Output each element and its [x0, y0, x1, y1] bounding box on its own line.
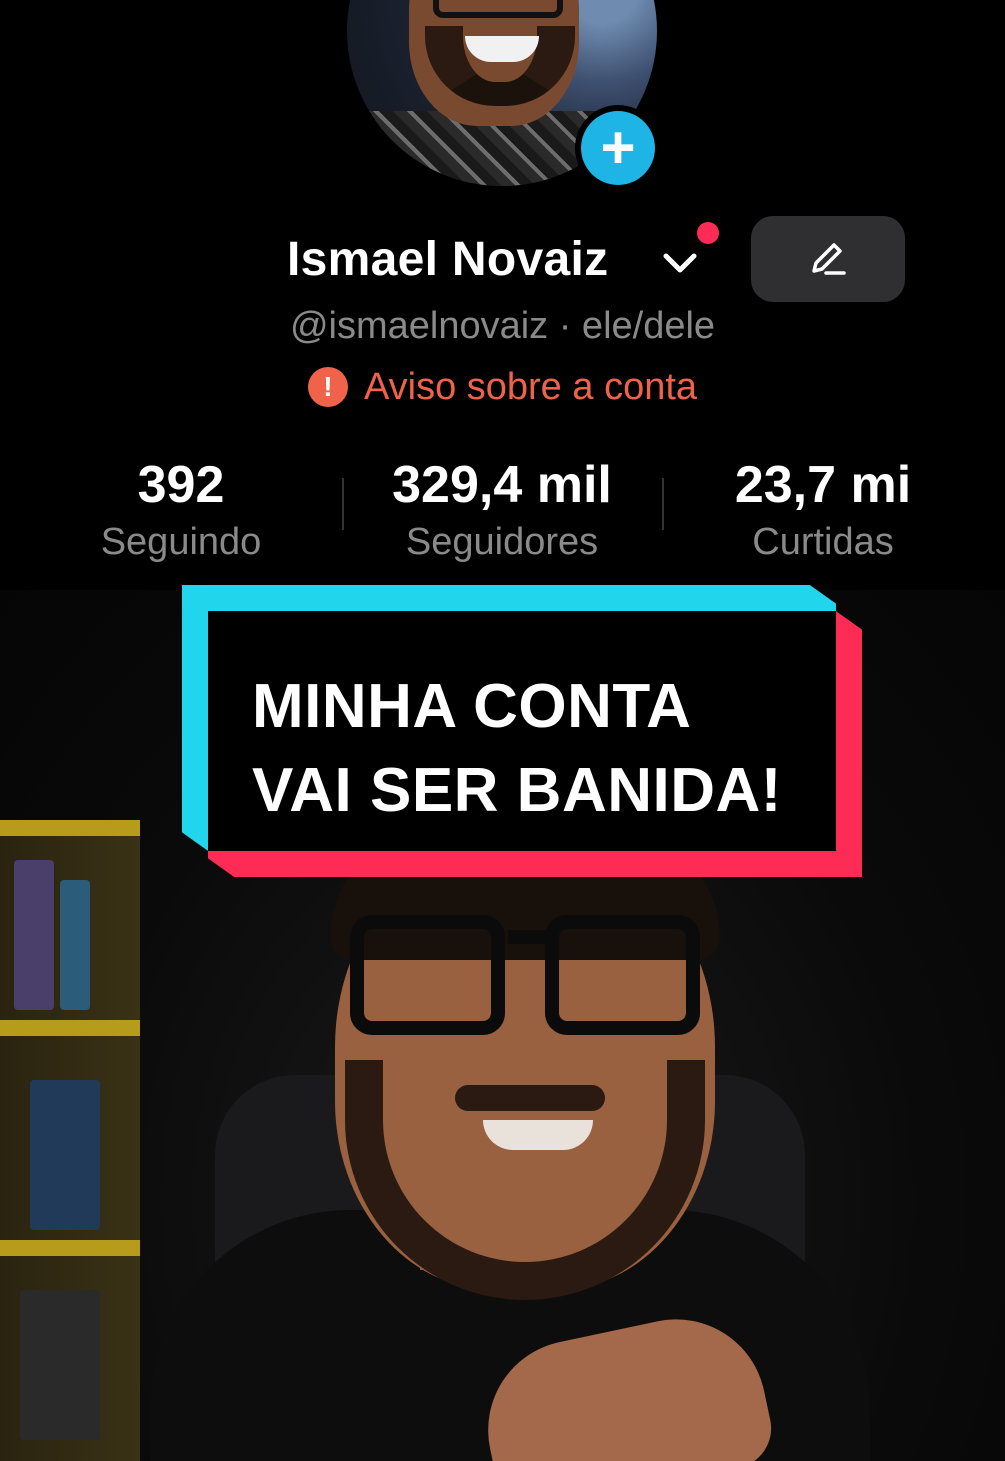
stat-label: Seguidores — [405, 521, 599, 563]
shelf-board — [0, 1020, 140, 1036]
shelf-board — [0, 1240, 140, 1256]
profile-header: + Ismael Novaiz @ismaelnovaiz · ele/dele… — [0, 0, 1005, 590]
stat-following[interactable]: 392 Seguindo — [70, 452, 292, 566]
divider — [662, 478, 664, 530]
glasses-lens-left — [350, 915, 505, 1035]
caption-line-1: MINHA CONTA — [252, 672, 692, 741]
stat-value: 23,7 mi — [734, 456, 912, 514]
account-warning-link[interactable]: ! Aviso sobre a conta — [0, 362, 1005, 412]
stat-label: Curtidas — [752, 521, 894, 563]
shelf-board — [0, 820, 140, 836]
edit-profile-button[interactable] — [751, 216, 905, 302]
plus-icon: + — [581, 111, 655, 185]
shelf-item — [14, 860, 54, 1010]
glasses-lens-right — [545, 915, 700, 1035]
account-warning-text: Aviso sobre a conta — [363, 366, 698, 408]
shelf-item — [20, 1290, 100, 1440]
caption-box: MINHA CONTA VAI SER BANIDA! — [182, 585, 862, 877]
profile-name: Ismael Novaiz — [287, 233, 609, 286]
shelf-item — [60, 880, 90, 1010]
caption-text: MINHA CONTA VAI SER BANIDA! — [252, 665, 852, 833]
person-teeth — [483, 1120, 593, 1150]
divider — [342, 478, 344, 530]
profile-handle: @ismaelnovaiz · ele/dele — [289, 305, 716, 347]
stat-value: 392 — [137, 456, 225, 514]
add-profile-photo-button[interactable]: + — [575, 105, 661, 191]
bookshelf — [0, 820, 140, 1461]
stat-value: 329,4 mil — [392, 456, 612, 514]
caption-line-2: VAI SER BANIDA! — [252, 756, 782, 825]
alert-icon: ! — [307, 367, 348, 407]
notification-dot — [697, 222, 719, 244]
stat-followers[interactable]: 329,4 mil Seguidores — [362, 452, 642, 566]
stat-label: Seguindo — [100, 521, 262, 563]
avatar-glasses — [433, 0, 563, 18]
pencil-icon — [812, 243, 846, 275]
shelf-item — [30, 1080, 100, 1230]
chevron-down-icon[interactable] — [660, 244, 700, 280]
person-mustache — [455, 1085, 605, 1111]
glasses-bridge — [508, 930, 548, 944]
stat-likes[interactable]: 23,7 mi Curtidas — [712, 452, 934, 566]
